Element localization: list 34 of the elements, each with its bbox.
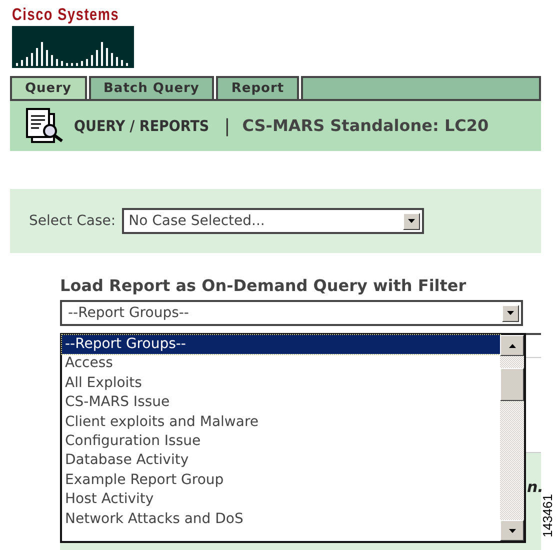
case-select[interactable]: No Case Selected... <box>122 208 424 234</box>
scrollbar-thumb[interactable] <box>500 368 524 401</box>
section-heading: Load Report as On-Demand Query with Filter <box>60 275 468 297</box>
list-option[interactable]: Access <box>62 354 500 374</box>
dropdown-button[interactable] <box>402 212 420 230</box>
report-group-select[interactable]: --Report Groups-- <box>60 300 523 326</box>
report-search-icon <box>24 108 66 144</box>
tab[interactable]: Batch Query <box>88 76 214 99</box>
list-option[interactable]: Configuration Issue <box>62 432 500 452</box>
background-text: n. <box>527 477 544 496</box>
caret-icon <box>408 219 415 223</box>
list-option[interactable]: --Report Groups-- <box>62 335 500 354</box>
list-option[interactable]: Network Attacks and DoS <box>62 510 500 529</box>
list-option[interactable]: CS-MARS Issue <box>62 393 500 413</box>
list-option[interactable]: Example Report Group <box>62 470 500 490</box>
page-title: QUERY / REPORTS <box>74 116 210 137</box>
caret-icon <box>507 311 514 315</box>
title-separator: | <box>223 114 232 138</box>
logo-icon <box>12 26 134 68</box>
list-option[interactable]: Client exploits and Malware <box>62 412 500 432</box>
device-name: CS-MARS Standalone: LC20 <box>242 115 489 137</box>
figure-number: 143461 <box>541 494 555 538</box>
tab[interactable]: Report <box>216 76 300 99</box>
scrollbar[interactable] <box>500 335 524 541</box>
report-group-list[interactable]: --Report Groups-- Access All Exploits CS-MARS Issue Client exploits and Malware Configuration Issue Database Activity Example Report Group Host Activity Network Attacks and DoS <box>60 333 526 543</box>
dropdown-button[interactable] <box>502 304 519 322</box>
logo-wordmark: Cisco Systems <box>12 6 120 24</box>
tab[interactable]: Query <box>10 76 87 99</box>
up-arrow-icon <box>508 344 516 348</box>
list-option[interactable]: Host Activity <box>62 490 500 510</box>
list-option[interactable]: Database Activity <box>62 451 500 471</box>
down-arrow-icon <box>508 528 516 532</box>
list-option[interactable]: All Exploits <box>62 374 500 394</box>
select-case-label: Select Case: <box>29 212 116 230</box>
